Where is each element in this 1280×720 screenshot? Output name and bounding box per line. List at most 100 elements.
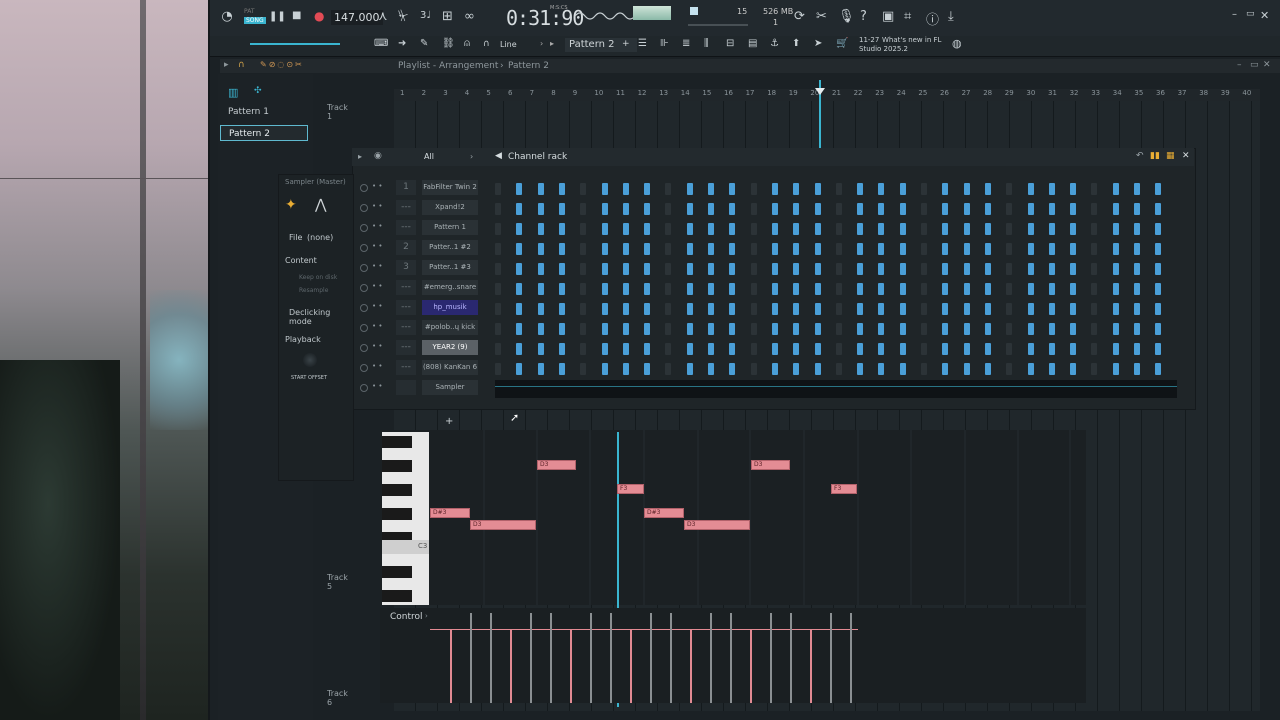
step-button[interactable] [580,183,587,195]
channel-led[interactable] [360,344,368,352]
step-button[interactable] [1048,303,1055,315]
step-button[interactable] [1070,343,1077,355]
black-key[interactable] [382,460,412,472]
step-button[interactable] [942,203,949,215]
step-button[interactable] [516,343,523,355]
step-button[interactable] [878,343,885,355]
pat-label[interactable]: PAT [244,8,255,15]
black-key[interactable] [382,566,412,578]
black-key[interactable] [382,484,412,496]
step-button[interactable] [1027,283,1034,295]
pattern-play-icon[interactable]: ▸ [550,39,554,48]
playlist-tools[interactable]: ✎⊘◌⊙✂ [260,60,304,69]
step-button[interactable] [921,243,927,255]
step-button[interactable] [750,183,757,195]
stamp-icon[interactable]: ⍝ [464,38,470,49]
step-button[interactable] [495,243,501,255]
step-button[interactable] [665,343,672,355]
step-button[interactable] [644,303,651,315]
velocity-bar[interactable] [650,613,652,703]
step-button[interactable] [1155,323,1162,335]
magnet-icon[interactable]: ∩ [483,39,490,49]
master-pitch-slider[interactable] [250,43,340,45]
step-button[interactable] [708,263,714,275]
channel-row[interactable]: • • 3 Patter..1 #3 [352,260,1194,278]
step-button[interactable] [729,243,736,255]
browser-icon[interactable]: ⊟ [726,38,734,49]
step-button[interactable] [963,343,970,355]
pan-volume-knobs[interactable]: • • [372,302,382,310]
wait-icon[interactable]: ⏧ [398,9,408,24]
step-button[interactable] [580,203,587,215]
step-button[interactable] [1027,183,1034,195]
channel-row[interactable]: • • Sampler [352,380,1194,398]
playlist-icon[interactable]: ☰ [638,38,647,49]
step-button[interactable] [899,283,906,295]
save-icon[interactable]: ▣ [882,9,894,24]
step-button[interactable] [835,203,842,215]
channel-row[interactable]: • • --- (808) KanKan 6 [352,360,1194,378]
step-button[interactable] [1112,343,1119,355]
playlist-minimize-icon[interactable]: – [1237,60,1242,70]
channel-name-button[interactable]: hp_musik [422,300,478,315]
timeline-ruler[interactable]: 1 2 3 4 5 6 7 8 9 10 11 12 13 14 15 16 17 18 19 20 21 22 23 24 2… [394,89,1260,101]
step-button[interactable] [1006,223,1013,235]
step-button[interactable] [814,263,821,275]
step-button[interactable] [622,243,629,255]
step-button[interactable] [558,303,565,315]
channel-led[interactable] [360,224,368,232]
track-label[interactable]: Track 5 [327,573,348,591]
envelope-icon[interactable]: ⋀ [315,197,326,213]
step-button[interactable] [899,303,906,315]
channel-led[interactable] [360,184,368,192]
step-button[interactable] [516,363,523,375]
step-button[interactable] [942,183,949,195]
step-button[interactable] [495,363,501,375]
sampler-lane[interactable] [495,380,1177,398]
step-button[interactable] [495,323,501,335]
step-button[interactable] [1070,263,1077,275]
step-button[interactable] [963,203,970,215]
pan-volume-knobs[interactable]: • • [372,202,382,210]
mixer-track-number[interactable]: 1 [396,180,416,195]
blend-icon[interactable]: ⊞ [442,9,453,24]
step-button[interactable] [1155,223,1162,235]
step-button[interactable] [899,363,906,375]
step-button[interactable] [686,203,693,215]
step-button[interactable] [686,183,693,195]
rack-close-icon[interactable]: ✕ [1182,151,1190,161]
step-button[interactable] [1027,203,1034,215]
step-button[interactable] [942,343,949,355]
step-button[interactable] [793,203,800,215]
pan-volume-knobs[interactable]: • • [372,342,382,350]
mixer-track-number[interactable]: --- [396,200,416,215]
step-button[interactable] [495,183,501,195]
keyboard-icon[interactable]: ⌨ [374,38,388,49]
shop-icon[interactable]: 🛒 [836,38,848,49]
step-button[interactable] [1048,203,1055,215]
step-button[interactable] [516,303,523,315]
step-button[interactable] [921,263,927,275]
step-button[interactable] [899,223,906,235]
song-mode-button[interactable]: SONG [244,17,266,24]
step-button[interactable] [601,283,608,295]
velocity-bar[interactable] [550,613,552,703]
step-button[interactable] [601,363,608,375]
pause-icon[interactable]: ❚❚ [269,11,286,22]
playlist-arrow-icon[interactable]: ▸ [224,60,229,70]
step-button[interactable] [1070,303,1077,315]
close-icon[interactable]: ✕ [1260,9,1269,22]
step-button[interactable] [942,263,949,275]
step-button[interactable] [580,303,587,315]
step-button[interactable] [601,303,608,315]
step-button[interactable] [1006,183,1013,195]
step-button[interactable] [1112,363,1119,375]
step-button[interactable] [686,243,693,255]
step-button[interactable] [899,263,906,275]
step-button[interactable] [750,303,757,315]
step-button[interactable] [644,323,651,335]
headphones-icon[interactable]: ∩ [238,60,245,70]
step-button[interactable] [1155,303,1162,315]
speaker-icon[interactable]: ◀ [495,151,502,161]
black-key[interactable] [382,590,412,602]
